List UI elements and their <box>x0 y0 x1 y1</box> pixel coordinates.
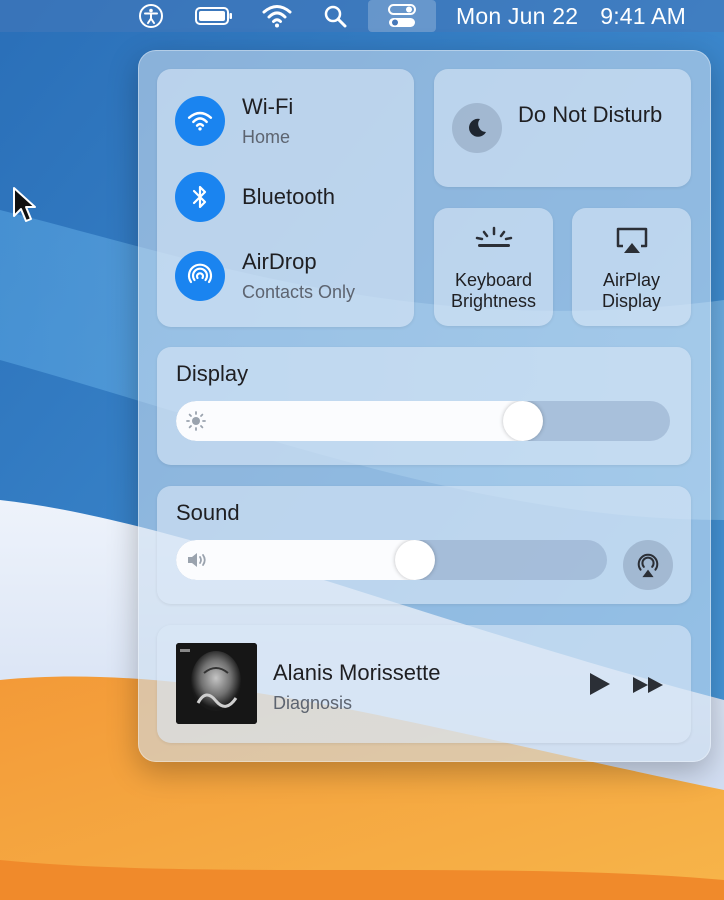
now-playing-title: Alanis Morissette <box>273 660 441 685</box>
volume-slider-fill <box>176 540 415 580</box>
volume-slider-knob[interactable] <box>395 540 435 580</box>
menu-bar: Mon Jun 22 9:41 AM <box>0 0 724 32</box>
airplay-display-icon <box>572 226 691 254</box>
keyboard-brightness-label: Keyboard Brightness <box>450 270 537 311</box>
airdrop-icon[interactable] <box>175 251 225 301</box>
keyboard-brightness-icon <box>434 226 553 250</box>
now-playing-subtitle: Diagnosis <box>273 693 353 713</box>
sound-title: Sound <box>176 500 240 525</box>
keyboard-brightness-tile[interactable]: Keyboard Brightness <box>434 208 553 326</box>
volume-slider[interactable] <box>176 540 607 580</box>
accessibility-icon[interactable] <box>136 2 166 30</box>
mouse-cursor-icon <box>12 186 38 229</box>
display-title: Display <box>176 361 249 386</box>
display-tile: Display <box>157 347 691 465</box>
sound-tile: Sound <box>157 486 691 604</box>
battery-icon[interactable] <box>194 2 234 30</box>
wifi-icon[interactable] <box>175 96 225 146</box>
wifi-label: Wi-Fi <box>242 94 294 119</box>
wifi-icon[interactable] <box>262 2 292 30</box>
sun-icon <box>186 411 206 436</box>
display-slider-fill <box>176 401 523 441</box>
search-icon[interactable] <box>320 2 350 30</box>
airdrop-toggle[interactable]: AirDrop Contacts Only <box>175 249 355 303</box>
album-artwork[interactable] <box>176 643 257 724</box>
do-not-disturb-label: Do Not Disturb <box>518 102 663 127</box>
display-slider-knob[interactable] <box>503 401 543 441</box>
speaker-icon <box>186 550 210 575</box>
control-center-icon[interactable] <box>368 0 436 32</box>
play-icon[interactable] <box>585 671 613 697</box>
airplay-display-tile[interactable]: AirPlay Display <box>572 208 691 326</box>
wifi-network-name: Home <box>242 127 291 147</box>
moon-icon[interactable] <box>452 103 502 153</box>
now-playing-tile[interactable]: Alanis Morissette Diagnosis <box>157 625 691 743</box>
display-brightness-slider[interactable] <box>176 401 670 441</box>
control-center-panel: Wi-Fi Home Bluetooth AirDrop Contacts On… <box>138 50 711 762</box>
menubar-date[interactable]: Mon Jun 22 <box>456 3 578 30</box>
do-not-disturb-tile[interactable]: Do Not Disturb <box>434 69 691 187</box>
menubar-time[interactable]: 9:41 AM <box>600 3 686 30</box>
bluetooth-toggle[interactable]: Bluetooth <box>175 172 335 222</box>
airdrop-label: AirDrop <box>242 249 317 274</box>
fast-forward-icon[interactable] <box>631 674 665 696</box>
airdrop-mode: Contacts Only <box>242 282 356 302</box>
network-tile: Wi-Fi Home Bluetooth AirDrop Contacts On… <box>157 69 414 327</box>
airplay-audio-icon[interactable] <box>623 540 673 590</box>
bluetooth-label: Bluetooth <box>242 184 335 209</box>
airplay-display-label: AirPlay Display <box>601 270 662 311</box>
bluetooth-icon[interactable] <box>175 172 225 222</box>
wifi-toggle[interactable]: Wi-Fi Home <box>175 94 293 148</box>
